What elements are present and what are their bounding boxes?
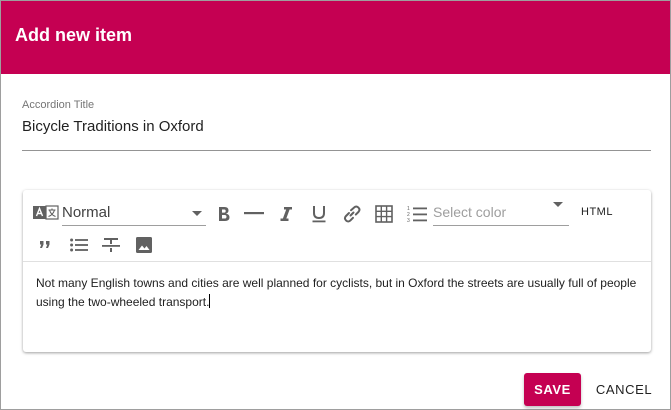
format-select[interactable]: Normal <box>62 202 206 226</box>
svg-text:3: 3 <box>407 218 410 223</box>
dialog-title: Add new item <box>15 25 133 45</box>
image-icon[interactable] <box>133 234 155 256</box>
italic-icon[interactable] <box>275 203 297 225</box>
link-icon[interactable] <box>339 201 365 227</box>
bold-icon[interactable] <box>213 203 235 225</box>
editor-text: Not many English towns and cities are we… <box>36 276 637 309</box>
color-select[interactable]: Select color <box>433 202 569 226</box>
table-icon[interactable] <box>372 202 396 226</box>
color-select-placeholder: Select color <box>433 204 507 220</box>
strikethrough-icon[interactable] <box>100 234 122 256</box>
format-select-value: Normal <box>62 204 111 221</box>
bullet-list-icon[interactable] <box>67 234 91 256</box>
save-button[interactable]: SAVE <box>524 373 581 406</box>
dialog-header: Add new item <box>1 1 670 74</box>
accordion-title-field[interactable]: Accordion Title Bicycle Traditions in Ox… <box>22 99 651 151</box>
chevron-down-icon <box>192 211 202 216</box>
ordered-list-icon[interactable]: 1 2 3 <box>405 202 429 226</box>
editor-content[interactable]: Not many English towns and cities are we… <box>36 274 641 312</box>
underline-icon[interactable] <box>308 203 330 225</box>
text-cursor <box>209 294 211 308</box>
chevron-down-icon <box>553 202 563 207</box>
html-button[interactable]: HTML <box>574 200 620 224</box>
horizontal-rule-icon[interactable] <box>242 203 266 225</box>
rich-text-editor: Normal 1 2 3 Select color HTML Not many … <box>23 190 651 352</box>
editor-toolbar: Normal 1 2 3 Select color HTML <box>23 190 651 262</box>
accordion-title-input[interactable]: Bicycle Traditions in Oxford <box>22 113 651 151</box>
translate-icon <box>33 204 59 222</box>
quote-icon[interactable] <box>35 234 55 256</box>
cancel-button[interactable]: CANCEL <box>589 373 659 406</box>
accordion-title-label: Accordion Title <box>22 99 95 111</box>
add-item-dialog: Add new item Accordion Title Bicycle Tra… <box>0 0 671 410</box>
